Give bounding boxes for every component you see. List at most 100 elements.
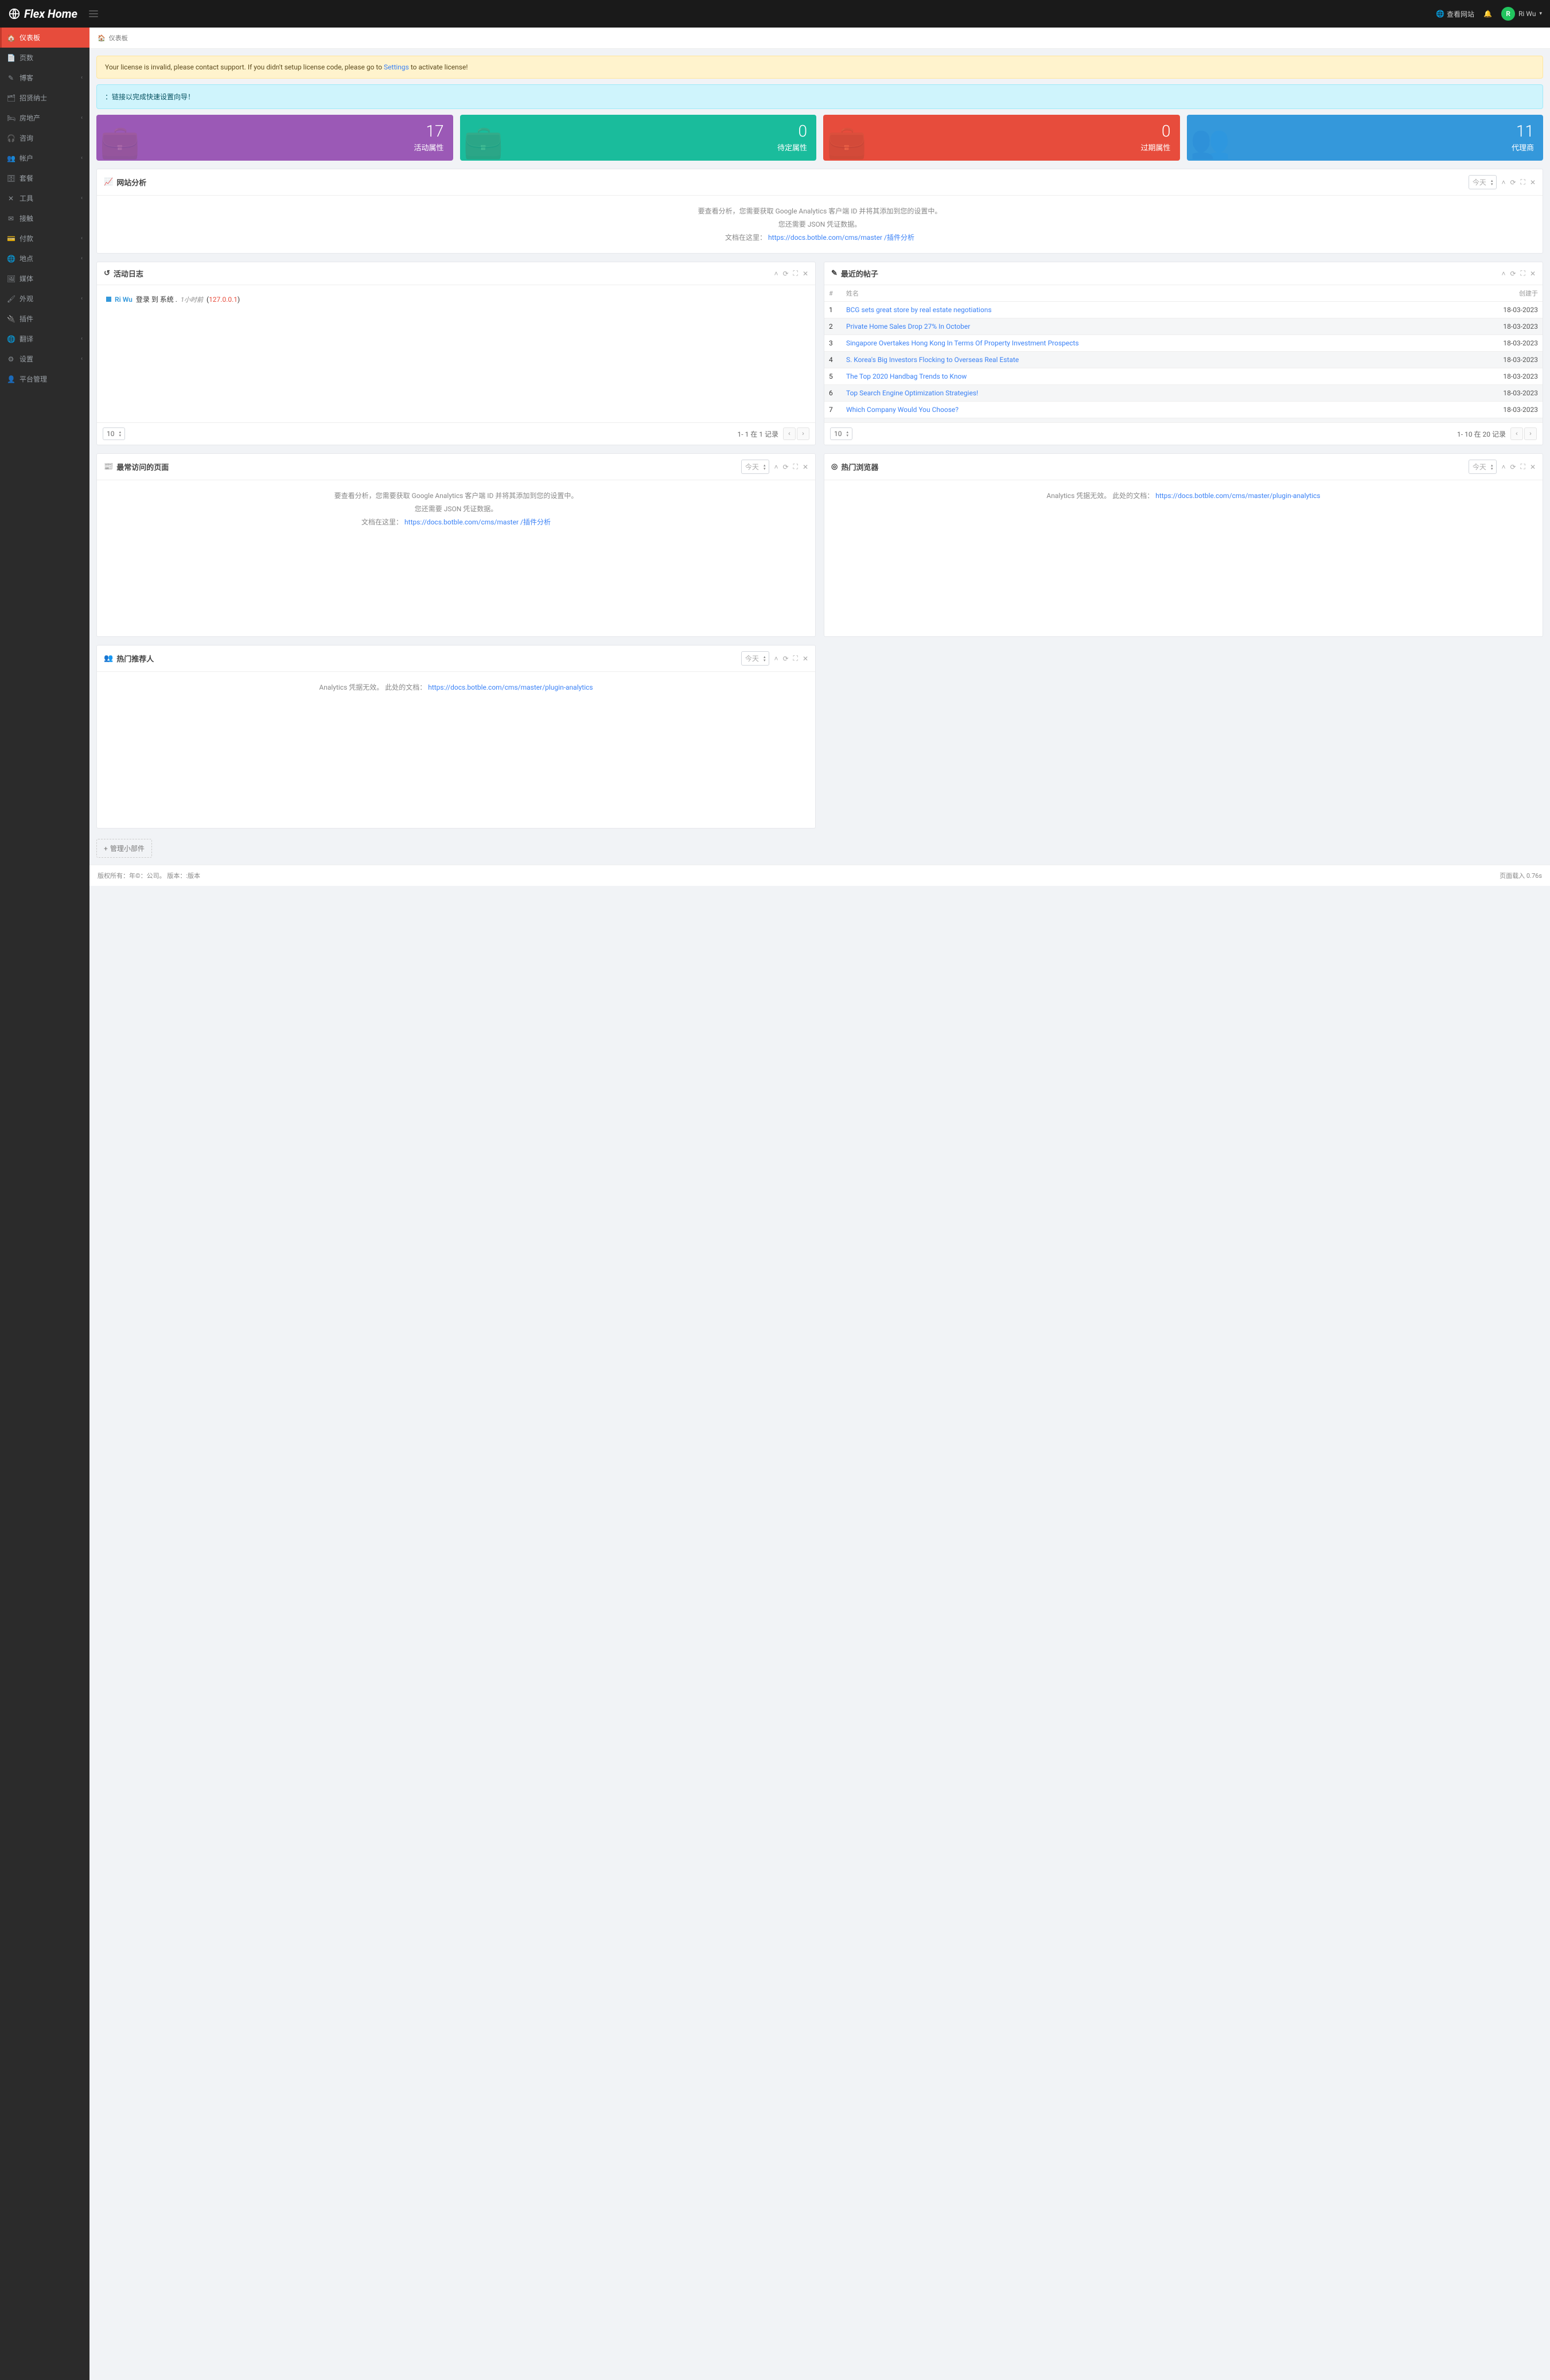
sidebar-item-label: 设置 — [20, 354, 33, 364]
period-select[interactable]: 今天▴▾ — [741, 460, 770, 474]
collapse-icon[interactable]: ˄ — [774, 463, 778, 471]
sidebar-item[interactable]: 🌐翻译‹ — [0, 329, 89, 349]
sidebar-item[interactable]: 📄页数 — [0, 48, 89, 68]
sidebar-item[interactable]: ✎博客‹ — [0, 68, 89, 88]
stat-card[interactable]: 👥11代理商 — [1187, 115, 1544, 161]
collapse-icon[interactable]: ˄ — [1501, 463, 1505, 471]
stat-label: 活动属性 — [414, 142, 443, 153]
sidebar-item[interactable]: ⚙设置‹ — [0, 349, 89, 369]
post-link[interactable]: Private Home Sales Drop 27% In October — [846, 322, 970, 330]
docs-link[interactable]: https://docs.botble.com/cms/master /插件分析 — [768, 234, 914, 242]
chevron-left-icon: ‹ — [81, 356, 83, 362]
sidebar-item[interactable]: ✉接触 — [0, 208, 89, 228]
docs-link[interactable]: https://docs.botble.com/cms/master/plugi… — [1155, 492, 1320, 500]
sidebar-item-label: 平台管理 — [20, 374, 47, 384]
sidebar-item[interactable]: ✕工具‹ — [0, 188, 89, 208]
collapse-icon[interactable]: ˄ — [1501, 178, 1505, 186]
refresh-icon[interactable]: ⟳ — [782, 270, 788, 278]
pagesize-select[interactable]: 10▴▾ — [103, 427, 125, 440]
sidebar-item[interactable]: 🔌插件 — [0, 309, 89, 329]
refresh-icon[interactable]: ⟳ — [782, 463, 788, 471]
refresh-icon[interactable]: ⟳ — [1510, 463, 1516, 471]
sidebar-item-icon: 📄 — [7, 54, 15, 62]
sidebar-item[interactable]: 🗄套餐 — [0, 168, 89, 188]
sidebar-toggle[interactable] — [82, 10, 105, 17]
sidebar-item[interactable]: 🎧咨询 — [0, 128, 89, 148]
close-icon[interactable]: ✕ — [1530, 463, 1536, 471]
stat-label: 代理商 — [1512, 142, 1534, 153]
collapse-icon[interactable]: ˄ — [774, 655, 778, 663]
close-icon[interactable]: ✕ — [803, 463, 808, 471]
sidebar-item-icon: 🗄 — [7, 174, 15, 182]
fullscreen-icon[interactable]: ⛶ — [793, 462, 798, 471]
log-user-link[interactable]: Ri Wu — [115, 295, 133, 304]
close-icon[interactable]: ✕ — [1530, 270, 1536, 278]
fullscreen-icon[interactable]: ⛶ — [793, 269, 798, 278]
docs-link[interactable]: https://docs.botble.com/cms/master/plugi… — [428, 683, 593, 691]
sidebar-item[interactable]: 🛏 房地产 ‹ — [0, 108, 89, 128]
post-link[interactable]: Singapore Overtakes Hong Kong In Terms O… — [846, 339, 1079, 347]
posts-pager: 10▴▾ 1- 10 在 20 记录 ‹ › — [824, 422, 1543, 445]
stat-bg-icon: 💼 — [100, 123, 140, 161]
post-link[interactable]: Top Search Engine Optimization Strategie… — [846, 389, 978, 397]
log-marker-icon — [106, 297, 111, 302]
prev-page-button[interactable]: ‹ — [783, 427, 796, 440]
stat-card[interactable]: 💼17活动属性 — [96, 115, 453, 161]
sidebar-item-label: 房地产 — [20, 113, 40, 123]
stat-card[interactable]: 💼0待定属性 — [460, 115, 817, 161]
sidebar-item[interactable]: 🗂招贤纳士 — [0, 88, 89, 108]
manage-widgets-button[interactable]: + 管理小部件 — [96, 839, 152, 858]
refresh-icon[interactable]: ⟳ — [1510, 270, 1516, 278]
chart-icon: 📈 — [104, 178, 113, 186]
fullscreen-icon[interactable]: ⛶ — [1521, 269, 1525, 278]
sidebar-item[interactable]: 🖼媒体 — [0, 269, 89, 289]
chevron-left-icon: ‹ — [81, 336, 83, 342]
sidebar-item-icon: 🛏 — [7, 114, 15, 122]
post-link[interactable]: S. Korea's Big Investors Flocking to Ove… — [846, 356, 1019, 364]
prev-page-button[interactable]: ‹ — [1510, 427, 1523, 440]
next-page-button[interactable]: › — [1524, 427, 1537, 440]
sidebar-item[interactable]: 🏠仪表板 — [0, 28, 89, 48]
chevron-left-icon: ‹ — [81, 115, 83, 121]
refresh-icon[interactable]: ⟳ — [782, 655, 788, 663]
sidebar-item[interactable]: 👤平台管理 — [0, 369, 89, 389]
history-icon: ↺ — [104, 269, 110, 278]
post-link[interactable]: BCG sets great store by real estate nego… — [846, 306, 992, 314]
breadcrumb: 🏠 仪表板 — [89, 28, 1550, 49]
stat-card[interactable]: 💼0过期属性 — [823, 115, 1180, 161]
fullscreen-icon[interactable]: ⛶ — [1521, 178, 1525, 186]
sidebar: 🏠仪表板📄页数✎博客‹🗂招贤纳士 🛏 房地产 ‹ 🎧咨询👥帐户‹🗄套餐✕工具‹✉接触💳付… — [0, 28, 89, 2380]
stat-label: 过期属性 — [1140, 142, 1170, 153]
sidebar-item-label: 外观 — [20, 294, 33, 304]
fullscreen-icon[interactable]: ⛶ — [793, 654, 798, 663]
close-icon[interactable]: ✕ — [803, 270, 808, 278]
chevron-left-icon: ‹ — [81, 295, 83, 302]
brand-logo[interactable]: Flex Home — [8, 7, 77, 21]
period-select[interactable]: 今天▴▾ — [1469, 460, 1497, 474]
close-icon[interactable]: ✕ — [1530, 178, 1536, 186]
close-icon[interactable]: ✕ — [803, 655, 808, 663]
post-link[interactable]: The Top 2020 Handbag Trends to Know — [846, 372, 967, 380]
sidebar-item[interactable]: 💳付款‹ — [0, 228, 89, 248]
users-icon: 👥 — [104, 654, 113, 663]
collapse-icon[interactable]: ˄ — [774, 270, 778, 278]
refresh-icon[interactable]: ⟳ — [1510, 178, 1516, 186]
period-select[interactable]: 今天▴▾ — [1469, 175, 1497, 189]
sidebar-item[interactable]: 🖌 外观 ‹ — [0, 289, 89, 309]
pagesize-select[interactable]: 10▴▾ — [830, 427, 852, 440]
sidebar-item-icon: 🖌 — [7, 295, 15, 303]
collapse-icon[interactable]: ˄ — [1501, 270, 1505, 278]
period-select[interactable]: 今天▴▾ — [741, 651, 770, 666]
chevron-left-icon: ‹ — [81, 235, 83, 242]
settings-link[interactable]: Settings — [384, 63, 409, 71]
next-page-button[interactable]: › — [797, 427, 809, 440]
user-menu[interactable]: R Ri Wu ▾ — [1501, 7, 1542, 21]
log-entry: Ri Wu 登录 到 系统 . 1小时前 (127.0.0.1) — [106, 294, 806, 304]
view-site-link[interactable]: 🌐 查看网站 — [1436, 9, 1474, 19]
post-link[interactable]: Which Company Would You Choose? — [846, 406, 959, 414]
sidebar-item[interactable]: 👥帐户‹ — [0, 148, 89, 168]
fullscreen-icon[interactable]: ⛶ — [1521, 462, 1525, 471]
docs-link[interactable]: https://docs.botble.com/cms/master /插件分析 — [404, 518, 551, 526]
notifications-icon[interactable]: 🔔 — [1483, 10, 1492, 18]
sidebar-item[interactable]: 🌐地点‹ — [0, 248, 89, 269]
